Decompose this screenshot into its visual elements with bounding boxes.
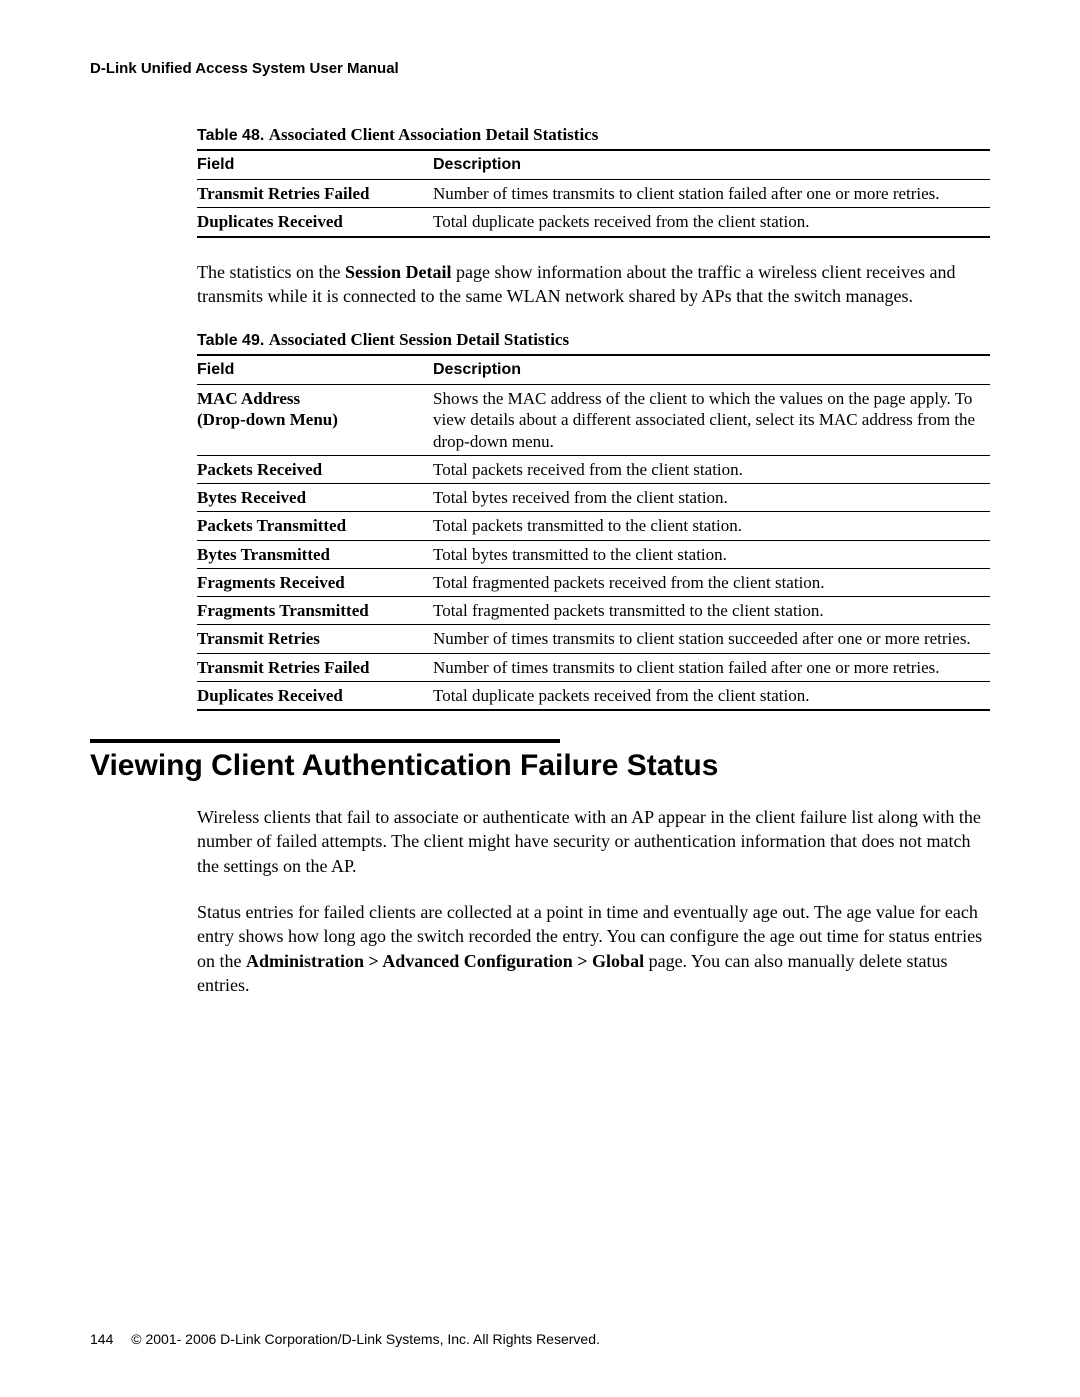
table-row: MAC Address (Drop-down Menu)Shows the MA… <box>197 385 990 456</box>
para1-pre: The statistics on the <box>197 262 345 282</box>
table-48-body: Transmit Retries FailedNumber of times t… <box>197 180 990 237</box>
table-48-caption: Table 48. Associated Client Association … <box>197 125 990 145</box>
table-row: Duplicates ReceivedTotal duplicate packe… <box>197 208 990 237</box>
section-heading: Viewing Client Authentication Failure St… <box>90 749 990 783</box>
description-cell: Shows the MAC address of the client to w… <box>433 385 990 456</box>
field-cell: Packets Received <box>197 455 433 483</box>
session-detail-paragraph: The statistics on the Session Detail pag… <box>197 260 990 309</box>
section-divider <box>90 739 560 743</box>
description-cell: Total packets transmitted to the client … <box>433 512 990 540</box>
table-row: Fragments ReceivedTotal fragmented packe… <box>197 568 990 596</box>
table-48-caption-title: Associated Client Association Detail Sta… <box>269 125 599 144</box>
description-cell: Total packets received from the client s… <box>433 455 990 483</box>
table-row: Transmit Retries FailedNumber of times t… <box>197 653 990 681</box>
field-cell: Packets Transmitted <box>197 512 433 540</box>
table-49-caption-prefix: Table 49. <box>197 332 264 349</box>
table-48-header-description: Description <box>433 150 990 180</box>
running-header: D-Link Unified Access System User Manual <box>90 60 990 77</box>
field-cell: Bytes Transmitted <box>197 540 433 568</box>
section-paragraph-2: Status entries for failed clients are co… <box>197 900 990 997</box>
table-row: Packets ReceivedTotal packets received f… <box>197 455 990 483</box>
description-cell: Total duplicate packets received from th… <box>433 208 990 237</box>
table-row: Transmit RetriesNumber of times transmit… <box>197 625 990 653</box>
table-49-header-field: Field <box>197 355 433 385</box>
description-cell: Total duplicate packets received from th… <box>433 681 990 710</box>
description-cell: Number of times transmits to client stat… <box>433 653 990 681</box>
table-row: Transmit Retries FailedNumber of times t… <box>197 180 990 208</box>
field-cell: Duplicates Received <box>197 208 433 237</box>
description-cell: Number of times transmits to client stat… <box>433 625 990 653</box>
table-49-caption-title: Associated Client Session Detail Statist… <box>269 330 569 349</box>
table-row: Fragments TransmittedTotal fragmented pa… <box>197 597 990 625</box>
table-row: Duplicates ReceivedTotal duplicate packe… <box>197 681 990 710</box>
p2-bold: Administration > Advanced Configuration … <box>246 951 644 971</box>
table-49-body: MAC Address (Drop-down Menu)Shows the MA… <box>197 385 990 711</box>
table-row: Bytes ReceivedTotal bytes received from … <box>197 484 990 512</box>
table-row: Packets TransmittedTotal packets transmi… <box>197 512 990 540</box>
description-cell: Number of times transmits to client stat… <box>433 180 990 208</box>
table-49-caption: Table 49. Associated Client Session Deta… <box>197 330 990 350</box>
table-49: Field Description MAC Address (Drop-down… <box>197 354 990 711</box>
description-cell: Total fragmented packets received from t… <box>433 568 990 596</box>
page-number: 144 <box>90 1331 113 1347</box>
description-cell: Total fragmented packets transmitted to … <box>433 597 990 625</box>
table-row: Bytes TransmittedTotal bytes transmitted… <box>197 540 990 568</box>
table-48-header-field: Field <box>197 150 433 180</box>
description-cell: Total bytes received from the client sta… <box>433 484 990 512</box>
field-cell: MAC Address (Drop-down Menu) <box>197 385 433 456</box>
field-cell: Bytes Received <box>197 484 433 512</box>
field-cell: Transmit Retries Failed <box>197 180 433 208</box>
description-cell: Total bytes transmitted to the client st… <box>433 540 990 568</box>
table-48: Field Description Transmit Retries Faile… <box>197 149 990 238</box>
para1-bold: Session Detail <box>345 262 452 282</box>
field-cell: Transmit Retries <box>197 625 433 653</box>
field-cell: Duplicates Received <box>197 681 433 710</box>
field-cell: Fragments Transmitted <box>197 597 433 625</box>
copyright-text: © 2001- 2006 D-Link Corporation/D-Link S… <box>131 1331 600 1347</box>
section-paragraph-1: Wireless clients that fail to associate … <box>197 805 990 878</box>
field-cell: Fragments Received <box>197 568 433 596</box>
field-cell: Transmit Retries Failed <box>197 653 433 681</box>
table-49-header-description: Description <box>433 355 990 385</box>
page-footer: 144 © 2001- 2006 D-Link Corporation/D-Li… <box>90 1331 600 1347</box>
table-48-caption-prefix: Table 48. <box>197 127 264 144</box>
